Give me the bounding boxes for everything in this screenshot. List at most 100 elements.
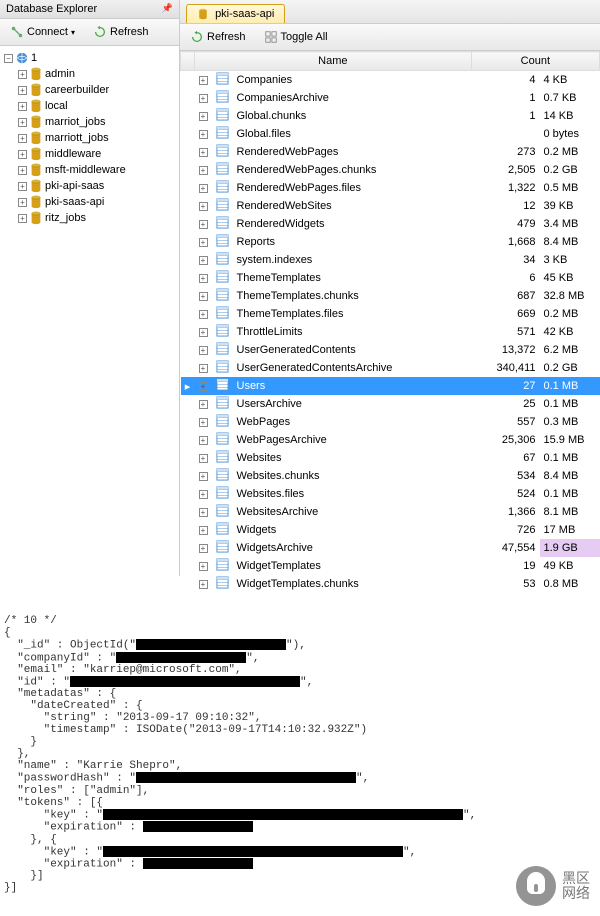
table-row[interactable]: + WebPages 557 0.3 MB bbox=[181, 413, 600, 431]
expander-icon[interactable]: + bbox=[199, 292, 208, 301]
expander-icon[interactable]: + bbox=[199, 112, 208, 121]
expander-icon[interactable]: + bbox=[199, 490, 208, 499]
tree-item-db[interactable]: + careerbuilder bbox=[18, 82, 175, 98]
table-row[interactable]: + ThemeTemplates.chunks 687 32.8 MB bbox=[181, 287, 600, 305]
table-row[interactable]: + Global.chunks 1 14 KB bbox=[181, 107, 600, 125]
expander-icon[interactable]: + bbox=[199, 238, 208, 247]
col-count[interactable]: Count bbox=[471, 52, 599, 71]
expander-icon[interactable]: + bbox=[199, 76, 208, 85]
tree-item-db[interactable]: + middleware bbox=[18, 146, 175, 162]
expander-icon[interactable]: + bbox=[199, 130, 208, 139]
expander-icon[interactable]: + bbox=[199, 184, 208, 193]
table-row[interactable]: + ThrottleLimits 571 42 KB bbox=[181, 323, 600, 341]
redacted bbox=[143, 821, 253, 832]
refresh-button[interactable]: Refresh bbox=[86, 22, 156, 42]
collection-icon bbox=[216, 576, 229, 589]
table-row[interactable]: + WidgetTemplates.chunks 53 0.8 MB bbox=[181, 575, 600, 593]
table-row[interactable]: + ThemeTemplates.files 669 0.2 MB bbox=[181, 305, 600, 323]
table-row[interactable]: + Global.files 0 bytes bbox=[181, 125, 600, 143]
expander-icon[interactable]: + bbox=[199, 328, 208, 337]
table-row[interactable]: + CompaniesArchive 1 0.7 KB bbox=[181, 89, 600, 107]
expander-icon[interactable]: + bbox=[199, 418, 208, 427]
expander-icon[interactable]: + bbox=[199, 274, 208, 283]
tree-item-db[interactable]: + local bbox=[18, 98, 175, 114]
table-row[interactable]: + WebsitesArchive 1,366 8.1 MB bbox=[181, 503, 600, 521]
tree-item-db[interactable]: + ritz_jobs bbox=[18, 210, 175, 226]
expander-icon[interactable]: + bbox=[199, 94, 208, 103]
main-refresh-button[interactable]: Refresh bbox=[183, 27, 253, 47]
table-row[interactable]: + WebPagesArchive 25,306 15.9 MB bbox=[181, 431, 600, 449]
connect-icon bbox=[10, 25, 24, 39]
table-row[interactable]: + WidgetTemplates 19 49 KB bbox=[181, 557, 600, 575]
expander-icon[interactable]: + bbox=[199, 472, 208, 481]
expander-icon[interactable]: + bbox=[199, 202, 208, 211]
expander-icon[interactable]: + bbox=[18, 134, 27, 143]
expander-icon[interactable]: + bbox=[199, 526, 208, 535]
database-tree[interactable]: − 1 + admin + careerbuilder + local + ma… bbox=[0, 46, 179, 576]
collection-count: 67 bbox=[471, 449, 539, 467]
table-row[interactable]: + Companies 4 4 KB bbox=[181, 71, 600, 90]
table-row[interactable]: + RenderedWebSites 12 39 KB bbox=[181, 197, 600, 215]
table-row[interactable]: + Websites.files 524 0.1 MB bbox=[181, 485, 600, 503]
tree-item-db[interactable]: + marriot_jobs bbox=[18, 114, 175, 130]
collection-name: ThemeTemplates.chunks bbox=[233, 287, 472, 305]
expander-icon[interactable]: + bbox=[199, 220, 208, 229]
expander-icon[interactable]: + bbox=[199, 544, 208, 553]
expander-icon[interactable]: + bbox=[18, 102, 27, 111]
expander-icon[interactable]: + bbox=[199, 508, 208, 517]
collection-size: 3.4 MB bbox=[540, 215, 600, 233]
table-row[interactable]: + UserGeneratedContentsArchive 340,411 0… bbox=[181, 359, 600, 377]
expander-icon[interactable]: + bbox=[199, 346, 208, 355]
expander-icon[interactable]: + bbox=[199, 562, 208, 571]
tree-root[interactable]: − 1 bbox=[4, 50, 175, 66]
expander-icon[interactable]: + bbox=[18, 118, 27, 127]
expander-icon[interactable]: + bbox=[18, 198, 27, 207]
expander-icon[interactable]: + bbox=[199, 400, 208, 409]
table-row[interactable]: + RenderedWebPages.chunks 2,505 0.2 GB bbox=[181, 161, 600, 179]
tree-item-db[interactable]: + marriott_jobs bbox=[18, 130, 175, 146]
table-row[interactable]: + system.indexes 34 3 KB bbox=[181, 251, 600, 269]
table-row[interactable]: + UsersArchive 25 0.1 MB bbox=[181, 395, 600, 413]
expander-icon[interactable]: + bbox=[199, 454, 208, 463]
table-row[interactable]: + ThemeTemplates 6 45 KB bbox=[181, 269, 600, 287]
tree-item-db[interactable]: + msft-middleware bbox=[18, 162, 175, 178]
expander-icon[interactable]: + bbox=[199, 148, 208, 157]
connect-button[interactable]: Connect ▾ bbox=[3, 22, 82, 42]
expander-icon[interactable]: + bbox=[199, 310, 208, 319]
expander-icon[interactable]: + bbox=[199, 256, 208, 265]
table-row[interactable]: + Websites.chunks 534 8.4 MB bbox=[181, 467, 600, 485]
expander-icon[interactable]: + bbox=[18, 182, 27, 191]
tree-item-db[interactable]: + pki-api-saas bbox=[18, 178, 175, 194]
tree-item-db[interactable]: + admin bbox=[18, 66, 175, 82]
expander-icon[interactable]: + bbox=[18, 70, 27, 79]
expander-icon[interactable]: + bbox=[18, 150, 27, 159]
redacted bbox=[136, 639, 286, 650]
expander-icon[interactable]: + bbox=[199, 382, 208, 391]
table-row[interactable]: + RenderedWidgets 479 3.4 MB bbox=[181, 215, 600, 233]
table-row[interactable]: + Widgets 726 17 MB bbox=[181, 521, 600, 539]
expander-icon[interactable]: + bbox=[199, 364, 208, 373]
panel-header: Database Explorer 📌 bbox=[0, 0, 179, 19]
collection-icon bbox=[216, 450, 229, 463]
col-indicator[interactable] bbox=[181, 52, 195, 71]
expander-icon[interactable]: + bbox=[199, 580, 208, 589]
collection-name: UserGeneratedContentsArchive bbox=[233, 359, 472, 377]
expander-icon[interactable]: − bbox=[4, 54, 13, 63]
table-row[interactable]: + WidgetsArchive 47,554 1.9 GB bbox=[181, 539, 600, 557]
expander-icon[interactable]: + bbox=[199, 436, 208, 445]
table-row[interactable]: + Websites 67 0.1 MB bbox=[181, 449, 600, 467]
expander-icon[interactable]: + bbox=[18, 166, 27, 175]
active-tab[interactable]: pki-saas-api bbox=[186, 4, 285, 23]
toggle-all-button[interactable]: Toggle All bbox=[257, 27, 335, 47]
expander-icon[interactable]: + bbox=[18, 214, 27, 223]
tree-item-db[interactable]: + pki-saas-api bbox=[18, 194, 175, 210]
col-name[interactable]: Name bbox=[195, 52, 472, 71]
expander-icon[interactable]: + bbox=[199, 166, 208, 175]
table-row[interactable]: + RenderedWebPages 273 0.2 MB bbox=[181, 143, 600, 161]
table-row[interactable]: + RenderedWebPages.files 1,322 0.5 MB bbox=[181, 179, 600, 197]
table-row[interactable]: ▸ + Users 27 0.1 MB bbox=[181, 377, 600, 395]
table-row[interactable]: + UserGeneratedContents 13,372 6.2 MB bbox=[181, 341, 600, 359]
expander-icon[interactable]: + bbox=[18, 86, 27, 95]
pin-icon[interactable]: 📌 bbox=[162, 3, 173, 15]
table-row[interactable]: + Reports 1,668 8.4 MB bbox=[181, 233, 600, 251]
